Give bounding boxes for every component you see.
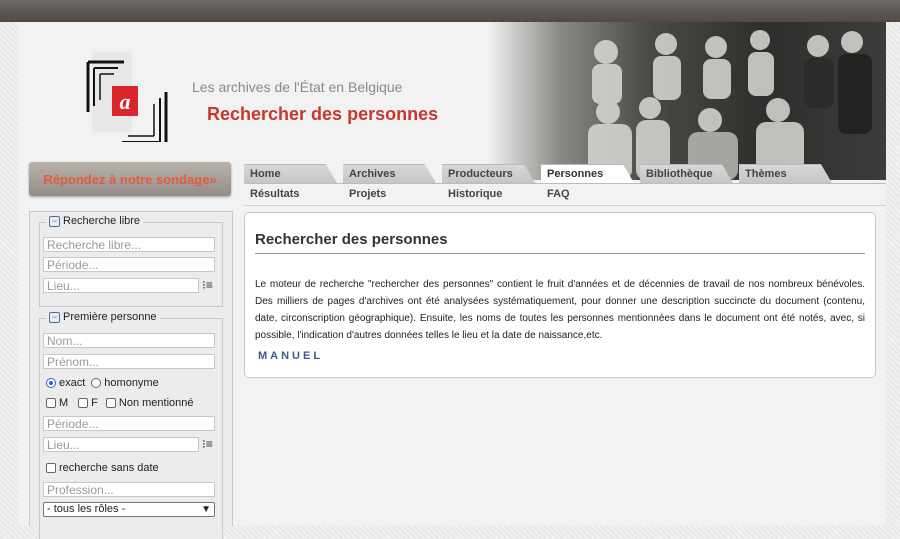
main-nav: Home Archives Producteurs Personnes Bibl… [244,164,838,184]
match-mode-row: exact homonyme [46,377,159,389]
no-date-checkbox[interactable] [46,463,56,473]
roles-select[interactable]: - tous les rôles - ▼ [43,502,215,517]
free-search-place-input[interactable]: Lieu... [43,278,199,293]
sub-nav: Résultats Projets Historique FAQ [244,185,640,205]
female-label: F [91,397,98,409]
person-period-input[interactable]: Période... [43,416,215,431]
search-sidebar: − Recherche libre Recherche libre... Pér… [29,211,233,539]
tab-home[interactable]: Home [244,164,337,183]
person-place-list-icon[interactable]: ⁝≡ [202,438,216,450]
site-subtitle: Les archives de l'État en Belgique [192,79,403,95]
site-title: Rechercher des personnes [207,104,439,124]
firstname-input[interactable]: Prénom... [43,354,215,369]
exact-radio[interactable] [46,378,56,388]
free-search-label: Recherche libre [63,215,141,227]
male-checkbox[interactable] [46,398,56,408]
free-search-input[interactable]: Recherche libre... [43,237,215,252]
name-input[interactable]: Nom... [43,333,215,348]
manual-link[interactable]: MANUEL [258,350,323,362]
collapse-icon[interactable]: − [49,215,60,227]
no-date-row: recherche sans date [46,462,159,474]
subtab-projets[interactable]: Projets [343,185,436,203]
place-list-icon[interactable]: ⁝≡ [202,279,216,291]
profession-input[interactable]: Profession... [43,482,215,497]
header-photo [488,22,886,180]
subtab-resultats[interactable]: Résultats [244,185,337,203]
no-date-label: recherche sans date [59,462,159,474]
female-checkbox[interactable] [78,398,89,408]
tab-themes[interactable]: Thèmes [739,164,832,183]
subtab-faq[interactable]: FAQ [541,185,634,203]
first-person-legend[interactable]: − Première personne [46,311,160,323]
tab-personnes[interactable]: Personnes [541,164,634,183]
page-title: Rechercher des personnes [255,231,448,248]
homonym-label: homonyme [104,377,159,389]
title-rule [255,253,865,254]
subtab-historique[interactable]: Historique [442,185,535,203]
intro-text: Le moteur de recherche "rechercher des p… [255,279,865,341]
tab-bibliotheque[interactable]: Bibliothèque [640,164,733,183]
gender-row: M F Non mentionné [46,397,194,409]
free-search-period-input[interactable]: Période... [43,257,215,272]
unmentioned-label: Non mentionné [118,397,194,409]
nav-divider [244,183,886,184]
tab-archives[interactable]: Archives [343,164,436,183]
homonym-radio[interactable] [91,378,102,388]
logo-letter: a [120,89,131,114]
collapse-icon[interactable]: − [49,311,60,323]
free-search-legend[interactable]: − Recherche libre [46,215,144,227]
exact-label: exact [59,377,86,389]
person-place-input[interactable]: Lieu... [43,437,199,452]
page: a Les archives de l'État en Belgique Rec… [18,22,886,539]
male-label: M [59,397,69,409]
chevron-down-icon: ▼ [201,504,211,515]
unmentioned-checkbox[interactable] [105,398,116,408]
browser-top-bar [0,0,900,22]
subnav-divider [244,205,886,206]
tab-producteurs[interactable]: Producteurs [442,164,535,183]
free-search-group: − Recherche libre Recherche libre... Pér… [39,215,223,307]
first-person-label: Première personne [63,311,157,323]
roles-select-value: - tous les rôles - [47,503,126,515]
first-person-group: − Première personne Nom... Prénom... exa… [39,311,223,539]
content-card: Rechercher des personnes Le moteur de re… [244,212,876,378]
survey-button[interactable]: Répondez à notre sondage» [29,162,231,196]
archives-logo[interactable]: a [86,52,168,150]
